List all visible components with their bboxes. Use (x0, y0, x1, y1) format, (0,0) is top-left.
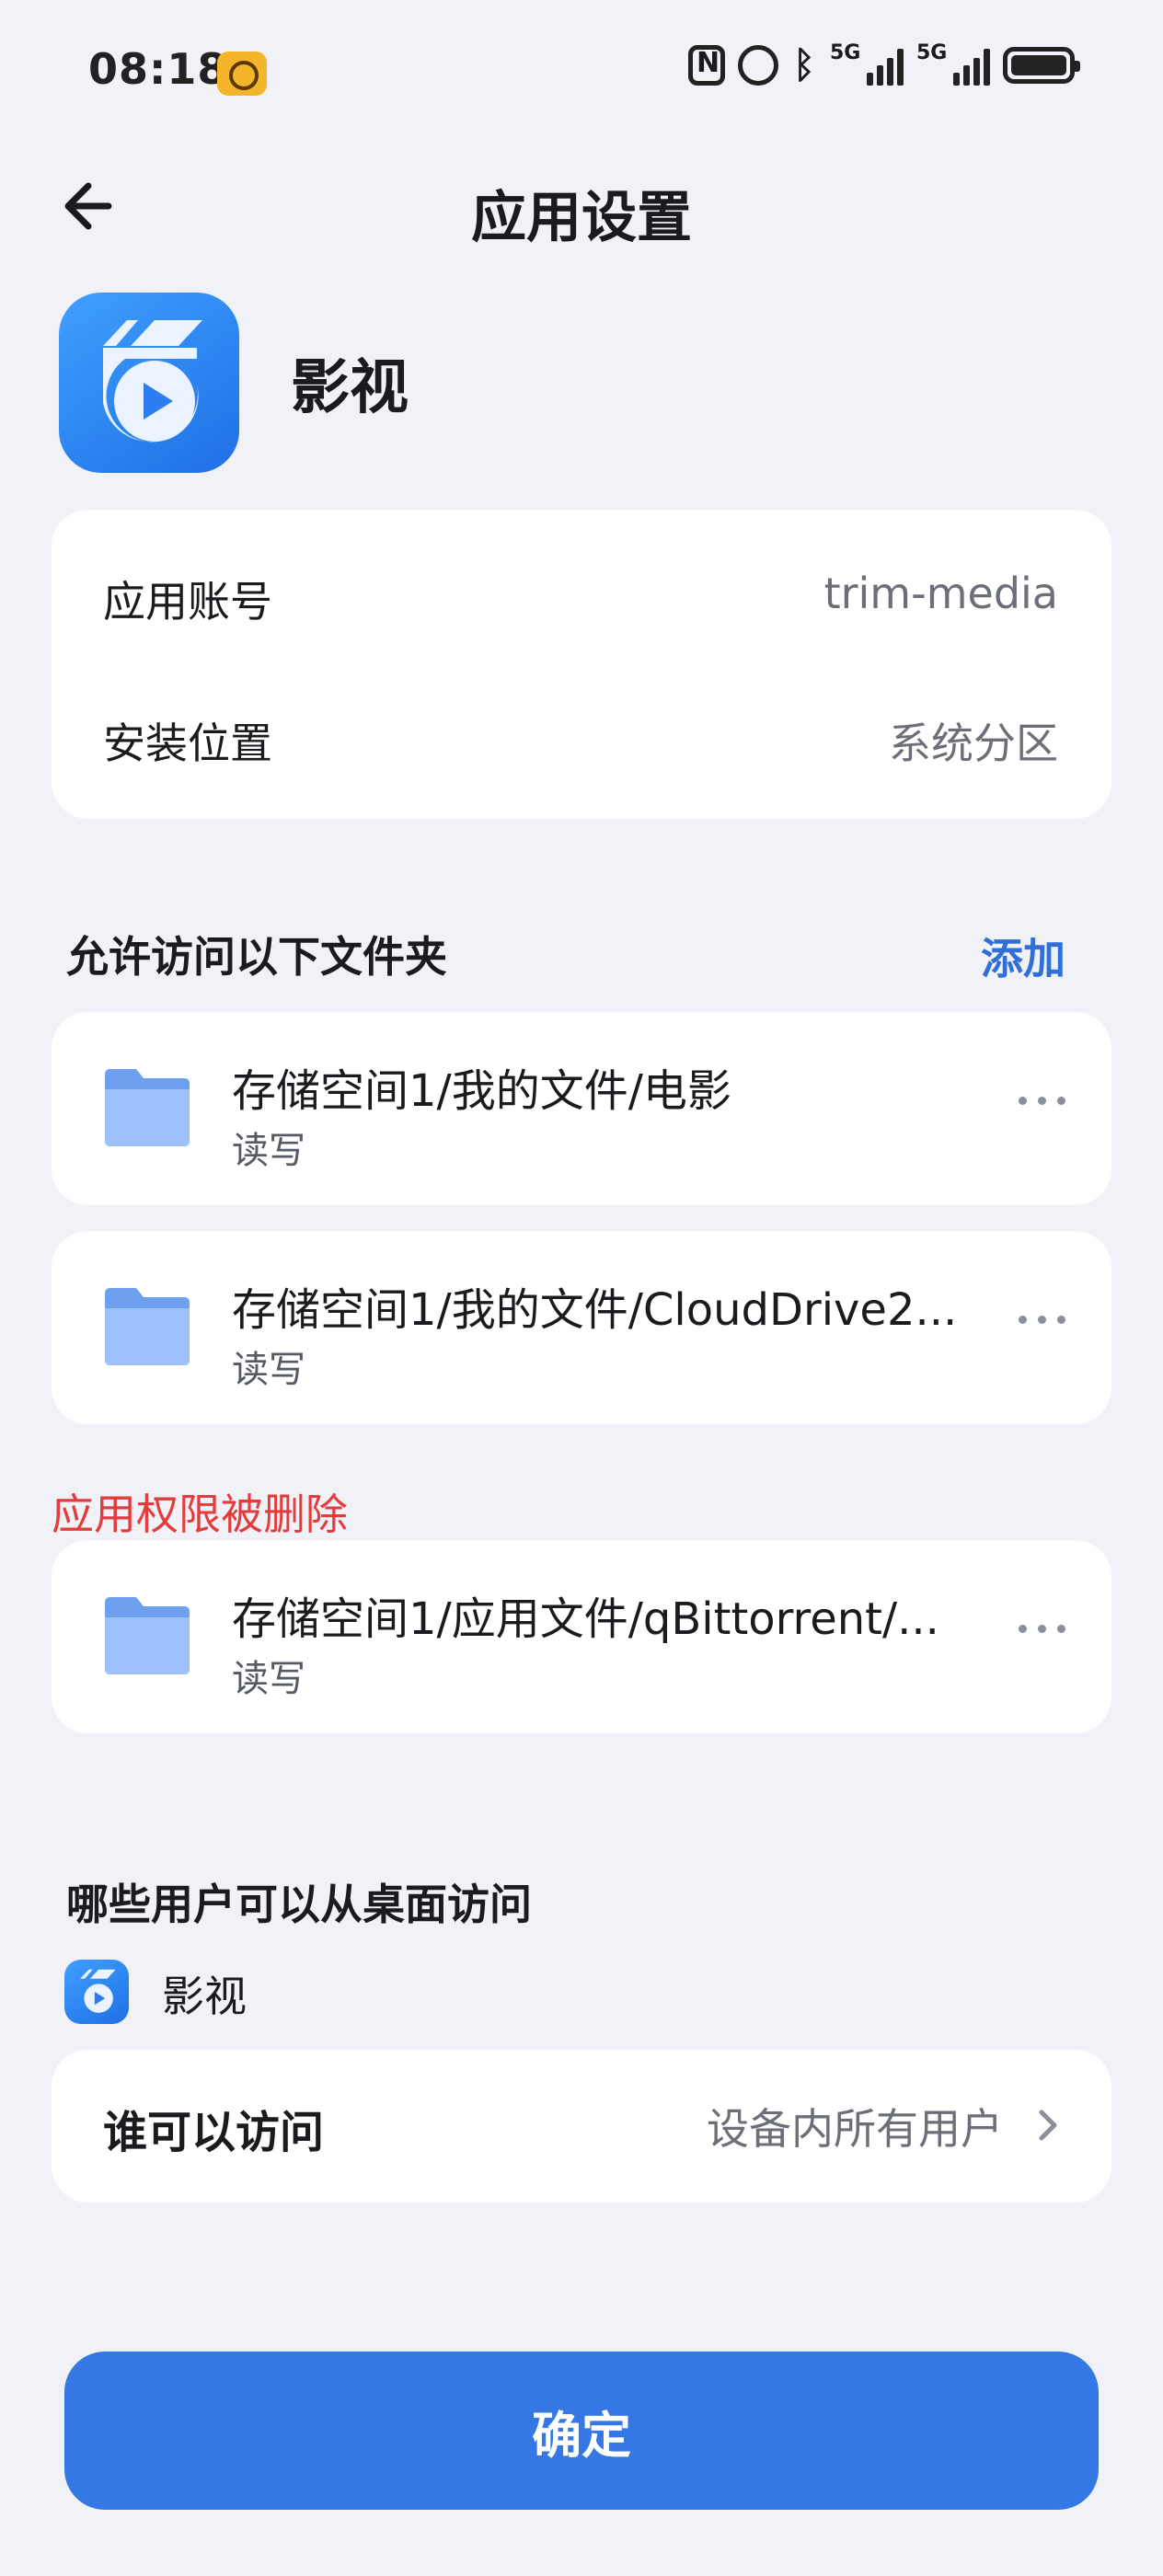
more-options-icon[interactable] (1019, 1097, 1065, 1105)
app-info-card: 应用账号 trim-media 安装位置 系统分区 (52, 510, 1111, 819)
location-value: 系统分区 (889, 719, 1058, 768)
folder-path: 存储空间1/我的文件/电影 (232, 1065, 731, 1117)
alarm-icon (738, 45, 778, 86)
status-time: 08:18 (88, 44, 228, 94)
chevron-right-icon (1039, 2110, 1057, 2141)
folder-permission: 读写 (232, 1130, 305, 1172)
access-value: 设备内所有用户 (707, 2104, 1003, 2154)
battery-icon (1003, 47, 1080, 84)
users-section-title: 哪些用户可以从桌面访问 (66, 1880, 532, 1929)
folder-item[interactable]: 存储空间1/我的文件/电影 读写 (52, 1012, 1111, 1205)
more-options-icon[interactable] (1019, 1316, 1065, 1324)
account-value: trim-media (823, 569, 1058, 618)
folder-icon (105, 1069, 190, 1146)
app-name: 影视 (291, 354, 409, 422)
folder-permission: 读写 (232, 1658, 305, 1700)
account-label: 应用账号 (103, 577, 272, 627)
bluetooth-icon: ᛒ (793, 44, 815, 86)
app-icon-small (64, 1960, 129, 2024)
confirm-button[interactable]: 确定 (64, 2352, 1099, 2510)
folder-item[interactable]: 存储空间1/我的文件/CloudDrive2... 读写 (52, 1231, 1111, 1424)
permission-removed-warning: 应用权限被删除 (52, 1489, 348, 1539)
status-icons: ᛒ 5G 5G (688, 41, 1080, 86)
folder-icon (105, 1597, 190, 1674)
folder-path: 存储空间1/应用文件/qBittorrent/... (232, 1593, 939, 1645)
signal-label: 5G (916, 41, 948, 64)
location-label: 安装位置 (103, 719, 272, 768)
who-can-access-row[interactable]: 谁可以访问 设备内所有用户 (52, 2050, 1111, 2202)
folder-path: 存储空间1/我的文件/CloudDrive2... (232, 1284, 958, 1336)
app-name-small: 影视 (162, 1972, 247, 2021)
folder-item[interactable]: 存储空间1/应用文件/qBittorrent/... 读写 (52, 1540, 1111, 1733)
folders-section-title: 允许访问以下文件夹 (66, 932, 447, 982)
add-folder-button[interactable]: 添加 (981, 926, 1065, 986)
signal-icon: 5G (830, 41, 904, 86)
folder-icon (105, 1288, 190, 1365)
notification-app-icon (217, 52, 267, 96)
folder-permission: 读写 (232, 1349, 305, 1391)
more-options-icon[interactable] (1019, 1625, 1065, 1633)
nfc-icon (688, 45, 725, 86)
signal-icon: 5G (916, 41, 990, 86)
signal-label: 5G (830, 41, 861, 64)
page-title: 应用设置 (471, 186, 692, 250)
app-icon (59, 293, 239, 473)
access-label: 谁可以访问 (103, 2107, 325, 2158)
